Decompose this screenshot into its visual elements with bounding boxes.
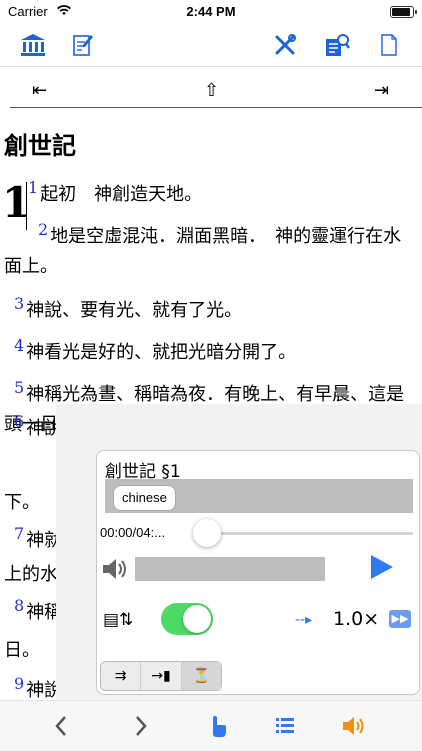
speaker-icon (343, 717, 364, 735)
verse-text: 日。 (4, 640, 40, 661)
page-button[interactable] (374, 30, 404, 60)
autoplay-switch[interactable] (161, 603, 213, 635)
repeat-toggle-icon[interactable]: ▤⇅ (103, 610, 133, 630)
volume-icon (103, 559, 126, 579)
speed-arrow-icon: --▸ (295, 612, 313, 628)
edit-note-icon (73, 35, 93, 56)
verse-number[interactable]: 5 (14, 378, 24, 397)
verse-text: 起初 神創造天地。 (40, 184, 203, 205)
playback-speed[interactable]: 1.0× (333, 608, 379, 630)
fast-forward-icon[interactable]: ▶▶ (389, 610, 411, 628)
list-icon (276, 718, 294, 733)
audio-button[interactable] (340, 713, 366, 739)
tap-hand-icon (213, 716, 226, 737)
verse-number[interactable]: 4 (14, 336, 24, 355)
mode-timer[interactable]: ⏳ (181, 662, 221, 690)
switch-knob (183, 605, 211, 633)
time-display: 00:00/04:... (100, 525, 166, 540)
verse-number[interactable]: 2 (38, 220, 48, 239)
verse-number[interactable]: 9 (14, 674, 24, 693)
notes-button[interactable] (68, 30, 98, 60)
mode-continuous[interactable]: ⇉ (101, 662, 142, 690)
tools-button[interactable] (270, 30, 300, 60)
status-time: 2:44 PM (186, 4, 236, 19)
chapter-nav: ⇤ ⇧ ⇥ (10, 78, 412, 106)
mode-stop[interactable]: →▮ (141, 662, 182, 690)
verse-line: 2 地是空虛混沌．淵面黑暗． 神的靈運行在水面上。 (4, 222, 416, 282)
verse-line: 3 神說、要有光、就有了光。 (14, 296, 412, 326)
verse-number[interactable]: 6 (14, 412, 24, 431)
verse-line: 4 神看光是好的、就把光暗分開了。 (14, 338, 412, 368)
search-document-icon (326, 34, 350, 56)
top-toolbar (0, 26, 422, 64)
next-chapter-button[interactable]: ⇥ (374, 80, 389, 101)
chevron-left-icon (55, 716, 66, 736)
battery-icon (390, 6, 417, 18)
progress-slider-thumb[interactable] (193, 519, 221, 547)
up-button[interactable]: ⇧ (204, 80, 219, 101)
language-chip[interactable]: chinese (113, 485, 176, 511)
verse-number[interactable]: 7 (14, 524, 24, 543)
volume-bar[interactable] (135, 557, 325, 581)
tools-icon (275, 34, 296, 55)
nav-divider (10, 107, 422, 108)
next-button[interactable] (128, 713, 154, 739)
toolbar-divider (0, 66, 422, 67)
library-icon (21, 34, 45, 56)
search-text-button[interactable] (322, 30, 352, 60)
list-button[interactable] (272, 713, 298, 739)
verse-text: 神看光是好的、就把光暗分開了。 (26, 342, 297, 363)
play-icon[interactable] (367, 553, 395, 581)
audio-player-panel: 創世記 §1 chinese 00:00/04:... ▤⇅ --▸ 1.0× … (96, 450, 420, 695)
tap-button[interactable] (204, 713, 230, 739)
progress-slider-track[interactable] (201, 532, 413, 535)
bottom-toolbar (0, 700, 422, 751)
status-bar: Carrier 2:44 PM (0, 0, 422, 24)
verse-text: 神說、要有光、就有了光。 (26, 300, 243, 321)
book-title: 創世記 (4, 132, 76, 160)
library-button[interactable] (18, 30, 48, 60)
page-icon (381, 34, 397, 56)
prev-chapter-button[interactable]: ⇤ (32, 80, 47, 101)
battery-fill (392, 8, 410, 16)
verse-text: 下。 (4, 492, 40, 513)
chevron-right-icon (136, 716, 147, 736)
prev-button[interactable] (48, 713, 74, 739)
verse-number[interactable]: 1 (28, 178, 38, 197)
mode-segmented-control: ⇉ →▮ ⏳ (100, 661, 222, 691)
verse-number[interactable]: 3 (14, 294, 24, 313)
verse-line: 1 起初 神創造天地。 (28, 180, 412, 210)
verse-text: 地是空虛混沌．淵面黑暗． 神的靈運行在水面上。 (4, 226, 402, 277)
verse-number[interactable]: 8 (14, 596, 24, 615)
